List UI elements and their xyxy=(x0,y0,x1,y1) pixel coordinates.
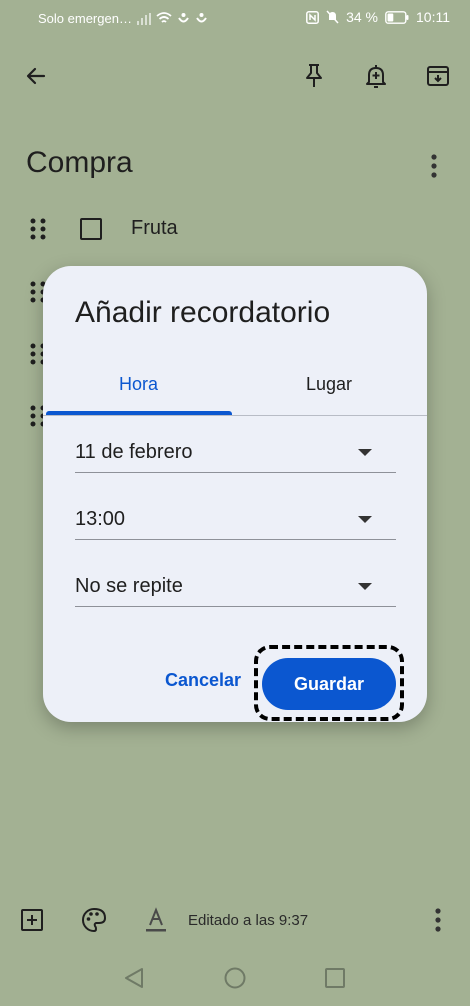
cancel-button[interactable]: Cancelar xyxy=(165,670,241,691)
reminder-button[interactable] xyxy=(356,56,396,96)
add-button[interactable] xyxy=(12,900,52,940)
status-left: Solo emergen… xyxy=(38,11,208,26)
status-right: 34 % 10:11 xyxy=(306,9,450,25)
reminder-dialog: Añadir recordatorio Hora Lugar 11 de feb… xyxy=(43,266,427,722)
signal-icon xyxy=(136,12,151,25)
palette-icon xyxy=(82,907,107,933)
dropdown-arrow-icon xyxy=(358,516,372,523)
nav-recents-icon[interactable] xyxy=(325,968,345,988)
reminder-bell-icon xyxy=(366,65,386,88)
top-app-bar xyxy=(0,56,470,100)
date-dropdown[interactable]: 11 de febrero xyxy=(75,433,396,473)
tab-lugar[interactable]: Lugar xyxy=(306,374,352,395)
nav-back-icon[interactable] xyxy=(123,967,145,989)
status-bar: Solo emergen… 34 % 10:11 xyxy=(0,0,470,36)
repeat-dropdown[interactable]: No se repite xyxy=(75,567,396,607)
nav-home-icon[interactable] xyxy=(224,967,246,989)
clock: 10:11 xyxy=(416,9,450,25)
palette-button[interactable] xyxy=(74,900,114,940)
note-title[interactable]: Compra xyxy=(26,146,133,180)
time-value: 13:00 xyxy=(75,508,126,530)
pin-button[interactable] xyxy=(294,56,334,96)
carrier-text: Solo emergen… xyxy=(38,11,132,26)
dropdown-arrow-icon xyxy=(358,449,372,456)
more-vert-icon xyxy=(431,154,437,178)
tab-hora[interactable]: Hora xyxy=(119,374,158,395)
item-checkbox[interactable] xyxy=(80,218,102,240)
nfc-icon xyxy=(306,10,320,24)
dropdown-arrow-icon xyxy=(358,583,372,590)
time-dropdown[interactable]: 13:00 xyxy=(75,500,396,540)
note-menu-button[interactable] xyxy=(414,146,454,186)
edited-timestamp: Editado a las 9:37 xyxy=(188,912,309,929)
dialog-title: Añadir recordatorio xyxy=(75,296,331,329)
save-button[interactable]: Guardar xyxy=(262,658,396,710)
wifi-icon xyxy=(156,12,172,23)
app-notification-icon xyxy=(178,13,189,23)
battery-icon xyxy=(385,10,409,24)
system-nav-bar xyxy=(0,958,470,1002)
text-format-icon xyxy=(146,907,166,932)
archive-icon xyxy=(427,66,449,86)
mute-icon xyxy=(326,10,339,24)
more-vert-icon xyxy=(435,908,441,932)
more-options-button[interactable] xyxy=(418,900,458,940)
pin-icon xyxy=(306,64,322,87)
list-item[interactable] xyxy=(0,206,470,250)
archive-button[interactable] xyxy=(418,56,458,96)
add-box-icon xyxy=(21,909,43,931)
repeat-value: No se repite xyxy=(75,575,183,597)
battery-percent: 34 % xyxy=(346,9,378,25)
drag-handle-icon[interactable] xyxy=(30,218,46,240)
tab-divider xyxy=(43,415,427,416)
date-value: 11 de febrero xyxy=(75,441,193,463)
text-format-button[interactable] xyxy=(136,900,176,940)
back-arrow-icon xyxy=(26,67,46,85)
app-notification-icon xyxy=(196,13,207,23)
back-button[interactable] xyxy=(16,56,56,96)
item-text[interactable]: Fruta xyxy=(131,217,178,240)
